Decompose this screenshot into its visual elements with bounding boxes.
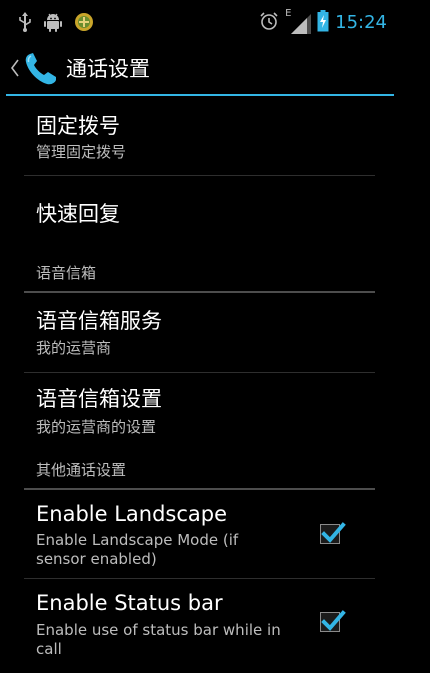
pref-summary-line-1: Enable use of status bar while in: [36, 621, 281, 639]
signal-icon: E: [285, 8, 312, 34]
battery-icon: [317, 10, 329, 36]
call-settings-screen: E 15:24 通话设置 固定拨号 管理固定拨号 快速回复 语音信箱 语音信箱服…: [0, 0, 395, 673]
up-chevron-icon[interactable]: [10, 58, 20, 82]
pref-quick-reply[interactable]: 快速回复: [24, 176, 375, 252]
category-other-settings: 其他通话设置: [36, 461, 127, 479]
notification-app-icon: [74, 12, 94, 36]
pref-title: Enable Landscape: [36, 502, 228, 526]
notification-icons: [18, 12, 94, 36]
system-indicators: E 15:24: [259, 8, 387, 36]
pref-summary: 管理固定拨号: [36, 143, 127, 161]
pref-title: 快速回复: [36, 202, 120, 226]
category-voicemail: 语音信箱: [36, 264, 97, 282]
pref-title: 语音信箱服务: [36, 309, 162, 333]
pref-summary: 我的运营商: [36, 339, 112, 357]
usb-icon: [18, 12, 32, 36]
status-bar: E 15:24: [0, 0, 395, 44]
pref-title: Enable Status bar: [36, 591, 223, 615]
checkmark-icon: [321, 522, 346, 543]
enable-status-bar-checkbox[interactable]: [320, 610, 346, 632]
pref-title: 固定拨号: [36, 114, 120, 138]
pref-summary-line-1: Enable Landscape Mode (if: [36, 531, 239, 549]
checkmark-icon: [321, 610, 346, 631]
phone-icon[interactable]: [22, 50, 60, 92]
status-clock: 15:24: [335, 12, 387, 33]
action-bar[interactable]: 通话设置: [0, 44, 395, 96]
pref-summary-line-2: sensor enabled): [36, 550, 157, 568]
pref-voicemail-settings[interactable]: 语音信箱设置 我的运营商的设置: [24, 373, 375, 451]
pref-summary-line-2: call: [36, 640, 62, 658]
pref-title: 语音信箱设置: [36, 387, 162, 411]
pref-fixed-dialing[interactable]: 固定拨号 管理固定拨号: [24, 96, 375, 174]
pref-summary: 我的运营商的设置: [36, 418, 157, 436]
pref-voicemail-service[interactable]: 语音信箱服务 我的运营商: [24, 293, 375, 371]
enable-landscape-checkbox[interactable]: [320, 522, 346, 544]
android-debug-icon: [44, 12, 62, 36]
alarm-icon: [259, 11, 279, 35]
page-title: 通话设置: [66, 57, 150, 81]
